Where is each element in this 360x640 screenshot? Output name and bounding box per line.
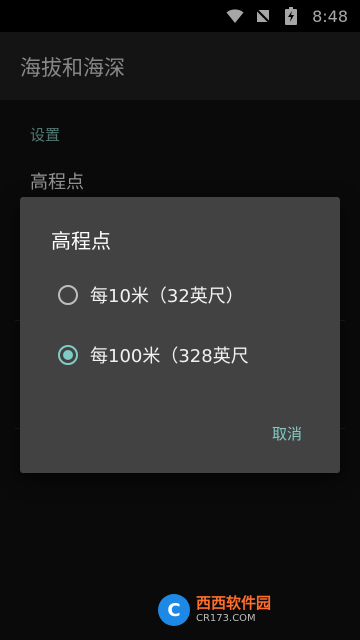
watermark-domain: CR173.COM [196,613,256,624]
option-every-10m[interactable]: 每10米（32英尺） [40,271,330,319]
option-label: 每10米（32英尺） [90,286,244,307]
radio-checked[interactable] [58,345,78,365]
watermark: C 西西软件园 CR173.COM [158,590,342,630]
radio-unchecked[interactable] [58,285,78,305]
watermark-text: 西西软件园 CR173.COM [196,596,271,624]
option-every-100m[interactable]: 每100米（328英尺 [40,331,330,379]
cancel-button[interactable]: 取消 [272,423,302,444]
option-label: 每100米（328英尺 [90,346,249,367]
watermark-brand: 西西软件园 [196,594,272,612]
elevation-dialog: 高程点 每10米（32英尺） 每100米（328英尺 取消 [20,197,340,473]
dialog-title: 高程点 [51,229,111,253]
logo-icon: C [158,594,190,626]
